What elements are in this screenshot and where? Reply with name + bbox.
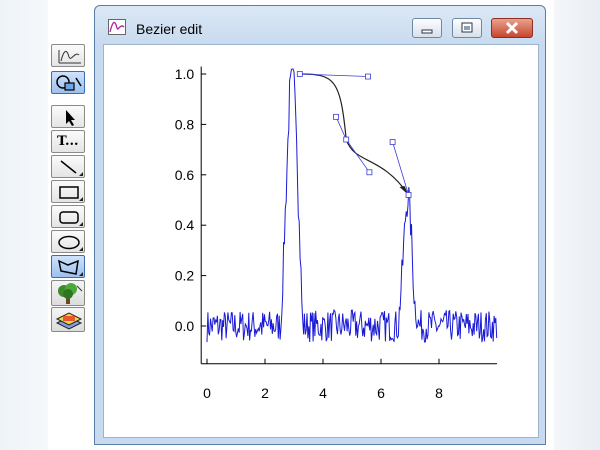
x-tick-label: 8: [435, 385, 443, 401]
submenu-corner-icon: [79, 247, 83, 251]
x-tick-label: 4: [319, 385, 327, 401]
submenu-corner-icon: [79, 197, 83, 201]
graph-area[interactable]: 0.0 0.2 0.4 0.6 0.8 1.0 0 2 4 6 8: [103, 44, 539, 438]
tree-layer-icon: [58, 283, 83, 304]
bezier-control-point: [365, 73, 371, 80]
bezier-control-point: [389, 139, 396, 145]
y-tick-label: 0.8: [175, 116, 195, 132]
y-tick-label: 0.2: [175, 268, 195, 284]
background-right: [554, 0, 600, 450]
bezier-curve: [299, 73, 410, 196]
layer-front-button[interactable]: [51, 307, 85, 332]
rectangle-tool-button[interactable]: [51, 180, 85, 203]
rounded-rectangle-tool-button[interactable]: [51, 205, 85, 228]
submenu-corner-icon: [79, 272, 83, 276]
y-tick-label: 0.6: [175, 167, 195, 183]
select-tool-button[interactable]: [51, 105, 85, 128]
x-tick-label: 2: [261, 385, 269, 401]
maximize-icon: [461, 22, 473, 33]
polygon-tool-button[interactable]: [51, 255, 85, 278]
submenu-corner-icon: [79, 172, 83, 176]
graph-window: Bezier edit 0.0 0.2 0.4 0.6 0.8 1.0 0 2 4 6 8: [94, 5, 546, 445]
bezier-control-point: [333, 113, 339, 120]
x-tick-label: 0: [203, 385, 211, 401]
submenu-corner-icon: [79, 222, 83, 226]
text-tool-button[interactable]: T...: [51, 130, 85, 153]
data-trace: [206, 68, 498, 343]
minimize-icon: [421, 29, 433, 34]
minimize-button[interactable]: [412, 18, 442, 38]
arrow-pointer-icon: [66, 110, 75, 126]
bezier-plot[interactable]: 0.0 0.2 0.4 0.6 0.8 1.0 0 2 4 6 8: [104, 45, 538, 437]
bezier-control-point: [366, 169, 373, 176]
drawing-tool-button[interactable]: [51, 71, 85, 94]
oval-tool-button[interactable]: [51, 230, 85, 253]
y-tick-label: 1.0: [175, 66, 195, 82]
layer-back-button[interactable]: [51, 280, 85, 306]
tool-palette: T...: [49, 42, 89, 332]
background-left: [0, 0, 48, 450]
graph-tool-icon: [58, 50, 81, 64]
graph-tool-button[interactable]: [51, 44, 85, 67]
graph-window-icon: [108, 19, 126, 35]
x-tick-label: 6: [377, 385, 385, 401]
bezier-control-point: [343, 136, 350, 143]
draw-layer-tool-icon: [56, 75, 82, 91]
close-button[interactable]: [491, 18, 533, 38]
y-tick-label: 0.0: [175, 318, 195, 334]
line-tool-button[interactable]: [51, 155, 85, 178]
layer-stack-icon: [55, 312, 83, 330]
maximize-button[interactable]: [452, 18, 482, 38]
bezier-handle-line: [299, 73, 368, 77]
y-tick-label: 0.4: [175, 217, 195, 233]
bezier-control-point: [405, 192, 412, 198]
bezier-control-point: [296, 71, 303, 77]
close-icon: [505, 21, 519, 35]
text-tool-icon: T...: [57, 134, 79, 149]
window-title: Bezier edit: [136, 21, 203, 37]
bezier-handle-line: [335, 116, 370, 173]
title-bar[interactable]: Bezier edit: [95, 6, 545, 46]
